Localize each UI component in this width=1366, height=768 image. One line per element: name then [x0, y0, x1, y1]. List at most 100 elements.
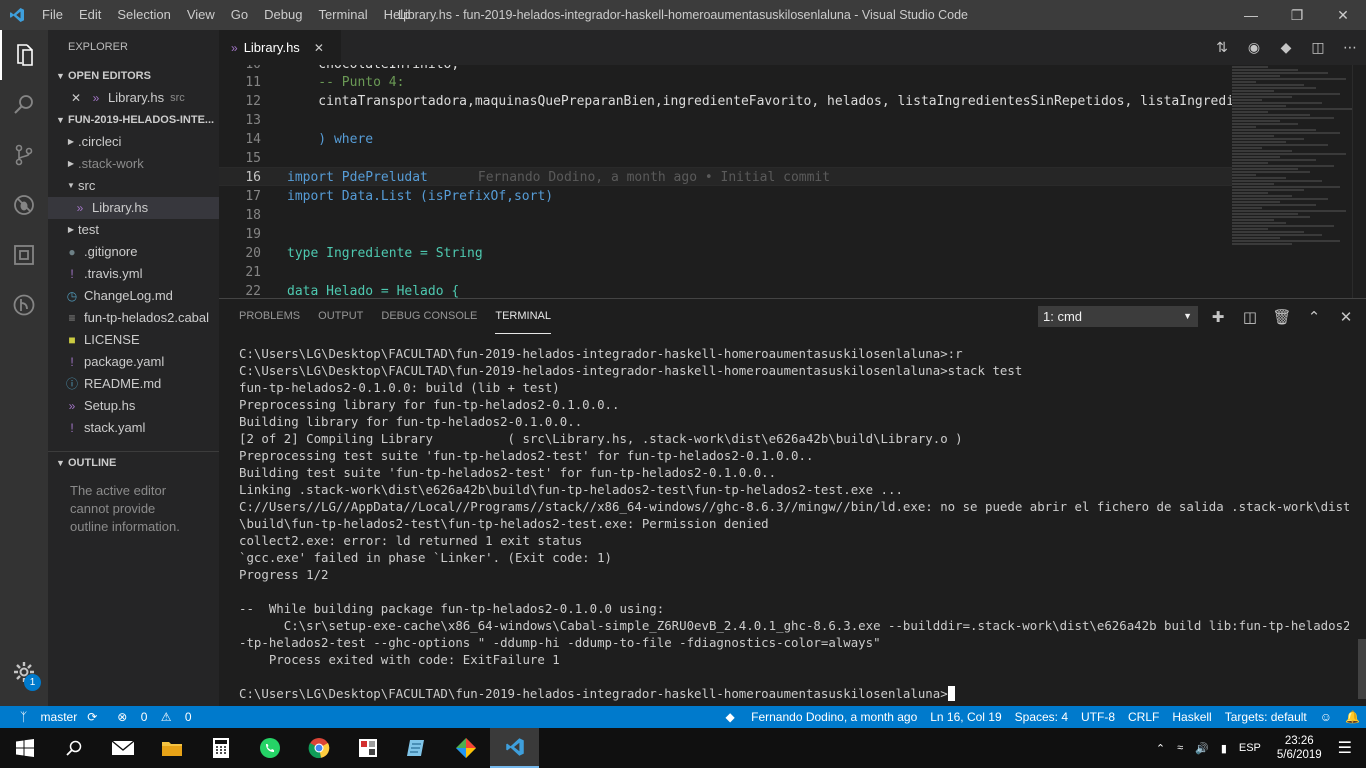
extensions-icon[interactable]: [0, 230, 48, 280]
tree-item-gitignore[interactable]: ● .gitignore: [48, 241, 219, 263]
outline-section[interactable]: ▼ OUTLINE: [48, 451, 219, 474]
action-center-icon[interactable]: ☰: [1338, 738, 1352, 758]
whatsapp-icon[interactable]: [245, 728, 294, 768]
restore-button[interactable]: ❐: [1274, 0, 1320, 30]
split-terminal-icon[interactable]: ◫: [1234, 308, 1266, 326]
clock[interactable]: 23:26 5/6/2019: [1277, 734, 1322, 762]
terminal-output[interactable]: C:\Users\LG\Desktop\FACULTAD\fun-2019-he…: [239, 345, 1349, 702]
input-language[interactable]: ESP: [1239, 742, 1261, 754]
explorer-icon[interactable]: [0, 30, 48, 80]
menu-file[interactable]: File: [34, 0, 71, 30]
close-panel-icon[interactable]: ✕: [1330, 308, 1362, 326]
close-window-button[interactable]: ✕: [1320, 0, 1366, 30]
tab-output[interactable]: OUTPUT: [318, 299, 363, 334]
line-number: 22: [245, 284, 261, 298]
volume-icon[interactable]: 🔊: [1195, 742, 1209, 755]
tree-item-library-hs[interactable]: » Library.hs: [48, 197, 219, 219]
git-commit-icon[interactable]: ◆: [1270, 39, 1302, 56]
sync-icon[interactable]: ⟳: [87, 710, 97, 724]
build-targets[interactable]: Targets: default: [1225, 710, 1307, 724]
warning-icon: ⚠: [160, 710, 172, 724]
windows-start-icon[interactable]: [0, 728, 49, 768]
tree-item-license[interactable]: ■ LICENSE: [48, 329, 219, 351]
project-section[interactable]: ▼ FUN-2019-HELADOS-INTE...: [48, 109, 219, 131]
battery-icon[interactable]: ▮: [1221, 742, 1227, 755]
language-mode[interactable]: Haskell: [1172, 710, 1211, 724]
settings-gear-icon[interactable]: 1: [0, 652, 48, 692]
open-editor-item[interactable]: ✕ » Library.hs src: [48, 87, 219, 109]
cursor-position[interactable]: Ln 16, Col 19: [930, 710, 1001, 724]
tree-item-cabal[interactable]: ≡ fun-tp-helados2.cabal: [48, 307, 219, 329]
git-branch[interactable]: ᛉ master: [10, 710, 77, 724]
close-tab-icon[interactable]: ✕: [314, 41, 324, 55]
minimap[interactable]: [1232, 65, 1352, 298]
tree-item-circleci[interactable]: ▶ .circleci: [48, 131, 219, 153]
debug-icon[interactable]: [0, 180, 48, 230]
vscode-taskbar-icon[interactable]: [490, 728, 539, 768]
tree-item-test[interactable]: ▶ test: [48, 219, 219, 241]
chrome-icon[interactable]: [294, 728, 343, 768]
minimize-button[interactable]: —: [1228, 0, 1274, 30]
minimap-row: [1232, 177, 1286, 179]
minimap-row: [1232, 165, 1334, 167]
search-icon[interactable]: [49, 728, 98, 768]
search-icon[interactable]: [0, 80, 48, 130]
terminal-line: C:\Users\LG\Desktop\FACULTAD\fun-2019-he…: [239, 363, 1023, 378]
git-client-icon[interactable]: [441, 728, 490, 768]
tab-library-hs[interactable]: » Library.hs ✕: [219, 30, 341, 65]
maximize-panel-icon[interactable]: ⌃: [1298, 308, 1330, 326]
kill-terminal-icon[interactable]: 🗑: [1266, 308, 1298, 326]
menu-edit[interactable]: Edit: [71, 0, 109, 30]
tab-terminal[interactable]: TERMINAL: [495, 299, 551, 334]
terminal-select[interactable]: 1: cmd ▼: [1038, 306, 1198, 327]
tab-debug-console[interactable]: DEBUG CONSOLE: [381, 299, 477, 334]
more-actions-icon[interactable]: ⋯: [1334, 39, 1366, 56]
open-editors-label: OPEN EDITORS: [68, 70, 151, 82]
tree-item-travis-yml[interactable]: ! .travis.yml: [48, 263, 219, 285]
feedback-smiley-icon[interactable]: ☺: [1320, 710, 1332, 724]
tree-item-readme[interactable]: ⓘ README.md: [48, 373, 219, 395]
menu-selection[interactable]: Selection: [109, 0, 178, 30]
toggle-blame-icon[interactable]: ◉: [1238, 39, 1270, 56]
show-hidden-icons-icon[interactable]: ⌃: [1156, 742, 1165, 755]
tab-problems[interactable]: PROBLEMS: [239, 299, 300, 334]
editor-scrollbar[interactable]: [1352, 65, 1366, 298]
menu-debug[interactable]: Debug: [256, 0, 310, 30]
gitlens-icon[interactable]: [0, 280, 48, 330]
split-editor-icon[interactable]: ◫: [1302, 39, 1334, 56]
indentation[interactable]: Spaces: 4: [1015, 710, 1068, 724]
file-explorer-icon[interactable]: [147, 728, 196, 768]
haskell-icon: »: [68, 399, 76, 413]
source-control-icon[interactable]: [0, 130, 48, 180]
tree-item-stack-work[interactable]: ▶ .stack-work: [48, 153, 219, 175]
menu-bar: File Edit Selection View Go Debug Termin…: [34, 0, 418, 30]
app-icon[interactable]: [343, 728, 392, 768]
terminal-scrollbar[interactable]: [1358, 639, 1366, 699]
open-editors-section[interactable]: ▼ OPEN EDITORS: [48, 65, 219, 87]
blame-status[interactable]: ◆ Fernando Dodino, a month ago: [713, 710, 918, 724]
notifications-bell-icon[interactable]: 🔔: [1345, 710, 1360, 724]
notepad-icon[interactable]: [392, 728, 441, 768]
compare-changes-icon[interactable]: ⇅: [1206, 39, 1238, 56]
new-terminal-icon[interactable]: ✚: [1202, 308, 1234, 326]
wifi-icon[interactable]: ≈: [1177, 742, 1183, 754]
tree-item-package-yaml[interactable]: ! package.yaml: [48, 351, 219, 373]
tree-item-stack-yaml[interactable]: ! stack.yaml: [48, 417, 219, 439]
mail-icon[interactable]: [98, 728, 147, 768]
minimap-row: [1232, 102, 1322, 104]
problems-status[interactable]: ⊗ 0 ⚠ 0: [107, 710, 191, 724]
close-icon[interactable]: ✕: [68, 87, 84, 109]
line-ending[interactable]: CRLF: [1128, 710, 1159, 724]
encoding[interactable]: UTF-8: [1081, 710, 1115, 724]
menu-help[interactable]: Help: [376, 0, 419, 30]
minimap-row: [1232, 216, 1310, 218]
tree-item-setup-hs[interactable]: » Setup.hs: [48, 395, 219, 417]
tree-item-changelog[interactable]: ◷ ChangeLog.md: [48, 285, 219, 307]
tree-item-src[interactable]: ▼ src: [48, 175, 219, 197]
code-editor[interactable]: 10 chocolateInfinito, 11 -- Punto 4: 12 …: [219, 65, 1232, 298]
calculator-icon[interactable]: [196, 728, 245, 768]
menu-go[interactable]: Go: [223, 0, 256, 30]
menu-terminal[interactable]: Terminal: [310, 0, 375, 30]
menu-view[interactable]: View: [179, 0, 223, 30]
